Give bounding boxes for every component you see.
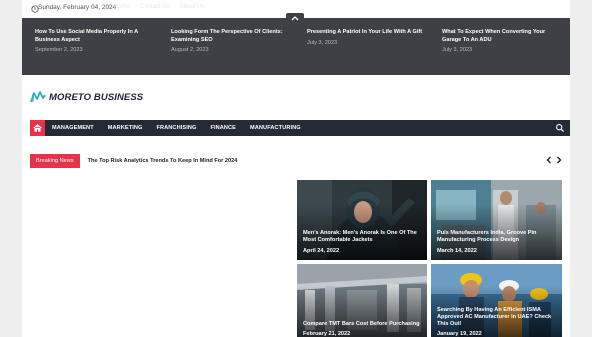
ticker-item-title[interactable]: How To Use Social Media Properly In A Bu… (35, 29, 153, 44)
nav-menu: MANAGEMENT MARKETING FRANCHISING FINANCE… (52, 120, 301, 136)
ticker-item-title[interactable]: Presenting A Patriot In Your Life With A… (307, 29, 425, 37)
ticker-item-date: July 3, 2023 (307, 39, 338, 46)
post-title[interactable]: Compare TMT Bars Cost Before Purchasing (303, 321, 427, 328)
site-logo[interactable]: MORETO BUSINESS (30, 89, 143, 105)
top-link-home[interactable]: Home (114, 4, 130, 10)
page-frame: Sunday, February 04, 2024 Home Contact U… (22, 0, 570, 337)
ticker-item[interactable]: How To Use Social Media Properly In A Bu… (35, 29, 153, 53)
site-name: MORETO BUSINESS (49, 91, 144, 103)
breaking-news-label: Breaking News (30, 154, 80, 168)
ticker-toggle-button[interactable] (286, 13, 304, 23)
nav-item-franchising[interactable]: FRANCHISING (157, 125, 197, 131)
featured-post-card[interactable]: Puls Manufacturers India, Groove Pin Man… (431, 180, 562, 260)
logo-mark-icon (30, 91, 46, 103)
ticker-item-date: July 3, 2023 (442, 47, 473, 54)
search-icon[interactable] (555, 123, 565, 133)
nav-item-management[interactable]: MANAGEMENT (52, 125, 94, 131)
top-links: Home Contact Us About Us (114, 4, 204, 10)
featured-post-card[interactable]: Men's Anorak: Men's Anorak Is One Of The… (297, 180, 427, 260)
ticker-item-title[interactable]: What To Expect When Converting Your Gara… (442, 29, 560, 44)
featured-post-card[interactable]: Compare TMT Bars Cost Before Purchasing … (297, 264, 427, 337)
post-date: April 24, 2022 (303, 248, 340, 254)
breaking-news-headline[interactable]: The Top Risk Analytics Trends To Keep In… (88, 158, 238, 164)
breaking-news-controls (546, 156, 562, 164)
ticker-item[interactable]: What To Expect When Converting Your Gara… (442, 29, 560, 53)
ticker-item-date: August 2, 2023 (171, 47, 209, 54)
featured-post-card[interactable]: Searching By Having An Efficient ISMA Ap… (431, 264, 562, 337)
ticker-item-title[interactable]: Looking Form The Perspective Of Clients:… (171, 29, 289, 44)
nav-item-marketing[interactable]: MARKETING (108, 125, 143, 131)
chevron-up-icon (291, 16, 299, 21)
ticker-item[interactable]: Looking Form The Perspective Of Clients:… (171, 29, 289, 53)
chevron-left-icon[interactable] (546, 156, 552, 164)
current-date: Sunday, February 04, 2024 (38, 4, 117, 11)
nav-home-button[interactable] (30, 120, 45, 136)
post-title[interactable]: Searching By Having An Efficient ISMA Ap… (437, 307, 557, 329)
post-title[interactable]: Men's Anorak: Men's Anorak Is One Of The… (303, 230, 421, 244)
home-icon (33, 124, 42, 132)
top-link-contact[interactable]: Contact Us (140, 4, 170, 10)
breaking-news-bar: Breaking News The Top Risk Analytics Tre… (30, 154, 237, 168)
top-link-about[interactable]: About Us (180, 4, 205, 10)
main-nav: MANAGEMENT MARKETING FRANCHISING FINANCE… (30, 120, 570, 136)
post-title[interactable]: Puls Manufacturers India, Groove Pin Man… (437, 230, 555, 244)
chevron-right-icon[interactable] (556, 156, 562, 164)
nav-item-manufacturing[interactable]: MANUFACTURING (250, 125, 301, 131)
headline-ticker: How To Use Social Media Properly In A Bu… (22, 13, 570, 75)
ticker-item-date: September 2, 2023 (35, 47, 83, 54)
post-date: February 21, 2022 (303, 331, 351, 337)
post-date: January 19, 2022 (437, 331, 482, 337)
ticker-item[interactable]: Presenting A Patriot In Your Life With A… (307, 29, 425, 46)
post-date: March 14, 2022 (437, 248, 477, 254)
nav-item-finance[interactable]: FINANCE (210, 125, 236, 131)
